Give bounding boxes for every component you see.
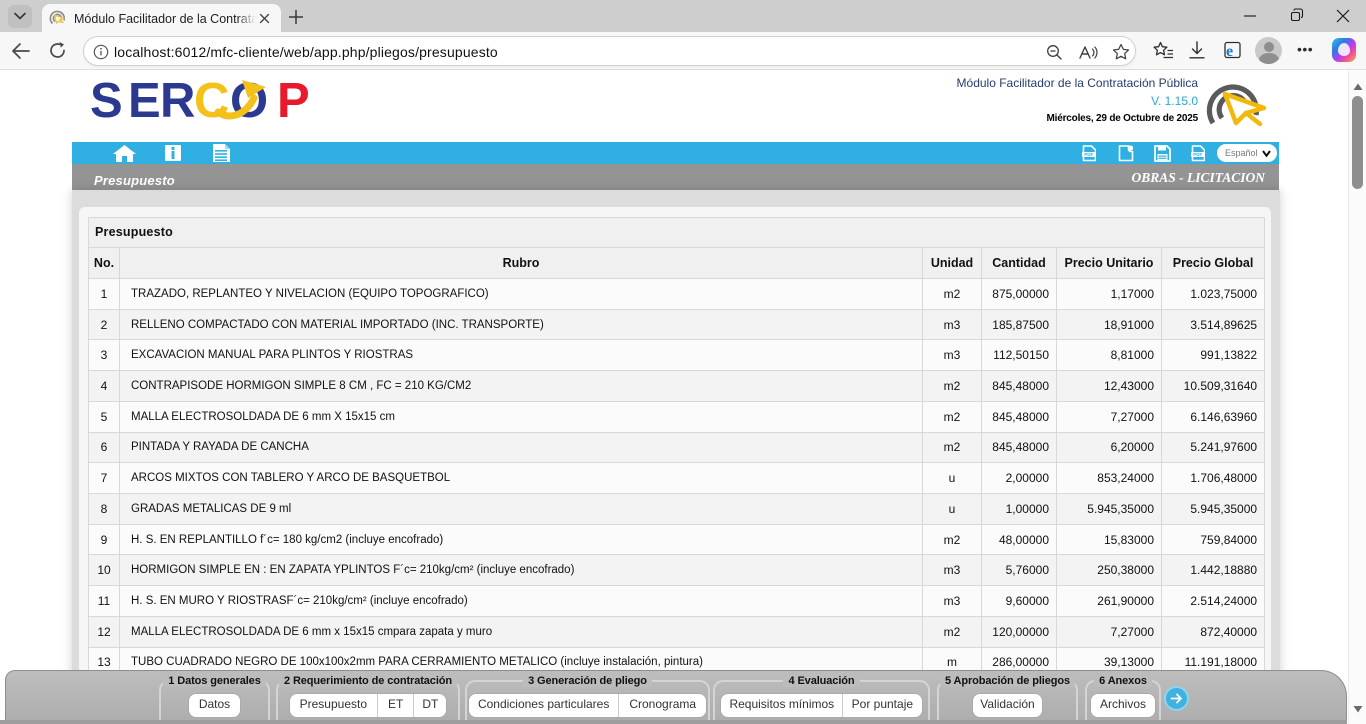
svg-text:S: S (90, 76, 123, 126)
svg-text:R: R (160, 76, 195, 126)
svg-text:E: E (128, 76, 161, 126)
svg-text:e: e (1226, 43, 1233, 60)
svg-text:PDF: PDF (1084, 152, 1093, 157)
svg-text:P: P (277, 76, 310, 126)
svg-text:PDF: PDF (1193, 152, 1202, 157)
